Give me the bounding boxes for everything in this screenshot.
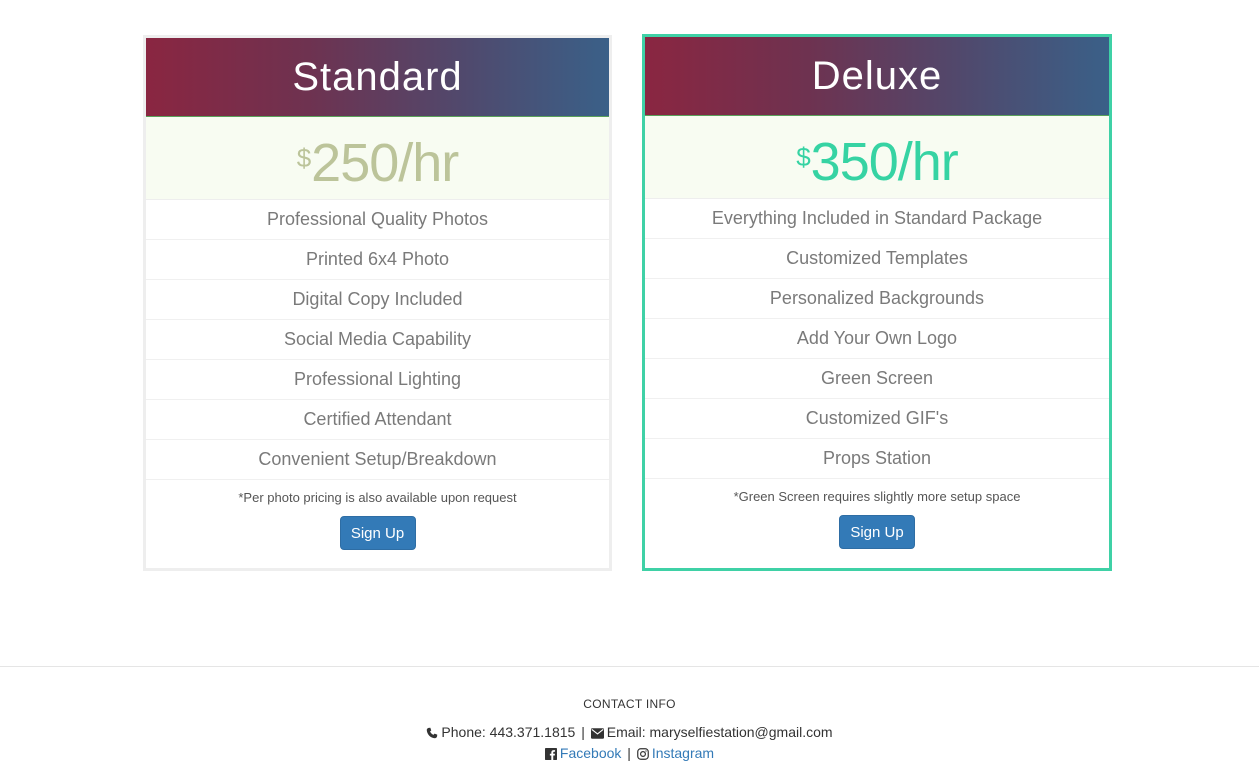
feature-item: Customized Templates [645,239,1109,279]
plan-note: *Per photo pricing is also available upo… [238,490,517,505]
plan-card-standard: Standard $250/hr Professional Quality Ph… [143,35,612,571]
feature-list: Everything Included in Standard Package … [645,199,1109,479]
sign-up-button[interactable]: Sign Up [839,515,915,549]
price-amount: 350/hr [810,132,959,192]
contact-line: Phone: 443.371.1815 | Email: maryselfies… [0,723,1259,741]
feature-item: Printed 6x4 Photo [146,240,609,280]
currency-symbol: $ [296,143,312,173]
feature-item: Everything Included in Standard Package [645,199,1109,239]
feature-item: Personalized Backgrounds [645,279,1109,319]
instagram-link[interactable]: Instagram [652,745,714,761]
social-line: Facebook | Instagram [0,744,1259,762]
phone-icon [426,725,438,743]
phone-text: Phone: 443.371.1815 [441,724,576,740]
footer: CONTACT INFO Phone: 443.371.1815 | Email… [0,666,1259,762]
feature-item: Customized GIF's [645,399,1109,439]
plan-title: Standard [146,38,609,117]
facebook-link[interactable]: Facebook [560,745,621,761]
plan-price: $350/hr [645,116,1109,199]
separator: | [627,745,631,761]
currency-symbol: $ [796,142,811,172]
feature-list: Professional Quality Photos Printed 6x4 … [146,200,609,480]
feature-item: Convenient Setup/Breakdown [146,440,609,480]
plan-title: Deluxe [645,37,1109,116]
feature-item: Professional Lighting [146,360,609,400]
sign-up-button[interactable]: Sign Up [339,516,416,550]
separator: | [581,724,585,740]
feature-item: Certified Attendant [146,400,609,440]
plan-note: *Green Screen requires slightly more set… [733,489,1021,504]
feature-item: Social Media Capability [146,320,609,360]
price-amount: 250/hr [311,133,459,193]
instagram-icon [636,746,649,764]
plan-card-deluxe: Deluxe $350/hr Everything Included in St… [642,34,1112,571]
feature-item: Professional Quality Photos [146,200,609,240]
envelope-icon [590,725,604,743]
email-text: Email: maryselfiestation@gmail.com [606,724,833,740]
feature-item: Digital Copy Included [146,280,609,320]
facebook-icon [544,746,557,764]
feature-item: Green Screen [645,359,1109,399]
plan-price: $250/hr [146,117,609,200]
feature-item: Add Your Own Logo [645,319,1109,359]
feature-item: Props Station [645,439,1109,479]
pricing-section: Standard $250/hr Professional Quality Ph… [0,34,1259,574]
contact-info-heading: CONTACT INFO [583,697,676,711]
